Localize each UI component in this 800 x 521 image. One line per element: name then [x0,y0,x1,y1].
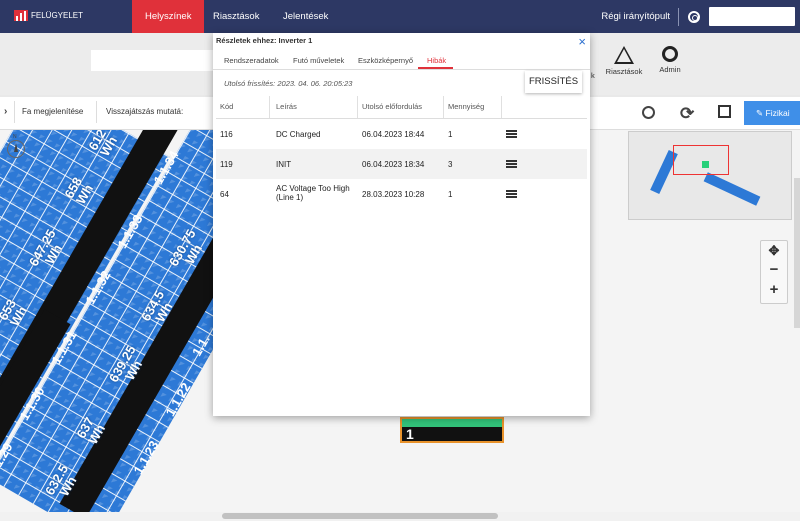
column-header-code[interactable]: Kód [220,102,233,111]
minimap-viewport[interactable] [673,145,729,175]
tree-view-toggle[interactable]: Fa megjelenítése [22,107,83,116]
tab-hibak[interactable]: Hibák [427,56,446,65]
divider [96,101,97,123]
refresh-icon[interactable]: ⟳ [680,104,694,124]
error-quantity: 1 [448,130,453,139]
physical-label: Fizikai [765,108,790,118]
recenter-icon[interactable]: ✥ [761,243,787,259]
minimap[interactable] [628,131,792,220]
tab-eszkozkepernyo[interactable]: Eszközképernyő [358,56,413,65]
admin-button[interactable]: Admin [654,46,686,74]
top-navigation-bar: FELÜGYELET Helyszínek Riasztások Jelenté… [0,0,800,33]
brand-logo[interactable]: FELÜGYELET [14,10,83,21]
zoom-controls: ✥ − + [760,240,788,304]
history-icon[interactable] [642,106,655,119]
inverter-number: 1 [406,426,414,442]
vertical-scrollbar[interactable] [794,178,800,328]
list-details-icon[interactable] [506,190,517,198]
tab-futo-muveletek[interactable]: Futó műveletek [293,56,344,65]
list-details-icon[interactable] [506,160,517,168]
last-update-text: Utolsó frissítés: 2023. 04. 06. 20:05:23 [224,79,353,88]
error-last-occurrence: 06.04.2023 18:34 [362,160,425,169]
bar-chart-logo-icon [14,10,28,21]
nav-helyszinek[interactable]: Helyszínek [132,0,205,33]
divider [501,96,502,118]
divider [357,96,358,118]
inverter-1-selected[interactable]: 1 [400,417,504,443]
alarms-button[interactable]: Riasztások [604,46,644,76]
export-icon[interactable] [718,105,731,118]
table-row[interactable]: 64 AC Voltage Too High (Line 1) 28.03.20… [216,179,587,209]
gear-icon [662,46,678,62]
site-search-input[interactable] [709,7,795,26]
column-header-quantity[interactable]: Mennyiség [448,102,484,111]
inverter-details-dialog: Részletek ehhez: Inverter 1 × Rendszerad… [213,33,590,416]
horizontal-scrollbar[interactable] [0,512,800,521]
zoom-in-icon[interactable]: + [761,281,787,298]
site-selector-input[interactable] [91,50,215,71]
divider [14,101,15,123]
divider [443,96,444,118]
warning-triangle-icon [614,46,634,64]
refresh-button[interactable]: FRISSÍTÉS [525,71,582,93]
playback-toggle[interactable]: Visszajátszás mutatá: [106,107,183,116]
error-quantity: 1 [448,190,453,199]
divider [269,96,270,118]
table-row[interactable]: 116 DC Charged 06.04.2023 18:44 1 [216,119,587,149]
admin-label: Admin [659,65,681,74]
tab-rendszeradatok[interactable]: Rendszeradatok [224,56,279,65]
error-description: AC Voltage Too High (Line 1) [276,184,350,202]
error-code: 116 [220,130,233,139]
topbar-right-group: Régi irányítópult [601,0,800,33]
nav-riasztasok[interactable]: Riasztások [213,0,259,33]
pencil-icon: ✎ [756,108,764,118]
brand-name: FELÜGYELET [31,11,84,20]
column-header-last-occurrence[interactable]: Utolsó előfordulás [362,102,422,111]
error-code: 119 [220,160,233,169]
dialog-title: Részletek ehhez: Inverter 1 [216,36,313,45]
error-code: 64 [220,190,229,199]
close-icon[interactable]: × [578,34,586,49]
errors-table: Kód Leírás Utolsó előfordulás Mennyiség … [216,96,587,209]
minimap-inverter-marker [702,161,709,168]
compass-icon [7,140,25,158]
error-quantity: 3 [448,160,453,169]
minimap-array [703,172,761,206]
chevron-right-icon[interactable]: › [4,106,7,117]
zoom-out-icon[interactable]: − [761,261,787,278]
scrollbar-thumb[interactable] [222,513,498,519]
error-last-occurrence: 28.03.2023 10:28 [362,190,425,199]
divider [678,7,679,26]
active-tab-indicator [418,67,453,69]
inverter-status-bar [402,419,502,427]
table-row[interactable]: 119 INIT 06.04.2023 18:34 3 [216,149,587,179]
error-description: DC Charged [276,130,321,139]
help-lifebuoy-icon[interactable] [688,10,700,23]
error-last-occurrence: 06.04.2023 18:44 [362,130,425,139]
list-details-icon[interactable] [506,130,517,138]
physical-view-button[interactable]: ✎ Fizikai [744,101,800,125]
table-header: Kód Leírás Utolsó előfordulás Mennyiség [216,96,587,119]
error-description: INIT [276,160,292,169]
nav-jelentesek[interactable]: Jelentések [283,0,328,33]
old-dashboard-link[interactable]: Régi irányítópult [601,11,670,22]
dialog-tabs: Rendszeradatok Futó műveletek Eszközképe… [213,52,590,70]
partial-menu-label[interactable]: k [591,71,595,80]
alarms-label: Riasztások [605,67,643,76]
column-header-description[interactable]: Leírás [276,102,297,111]
